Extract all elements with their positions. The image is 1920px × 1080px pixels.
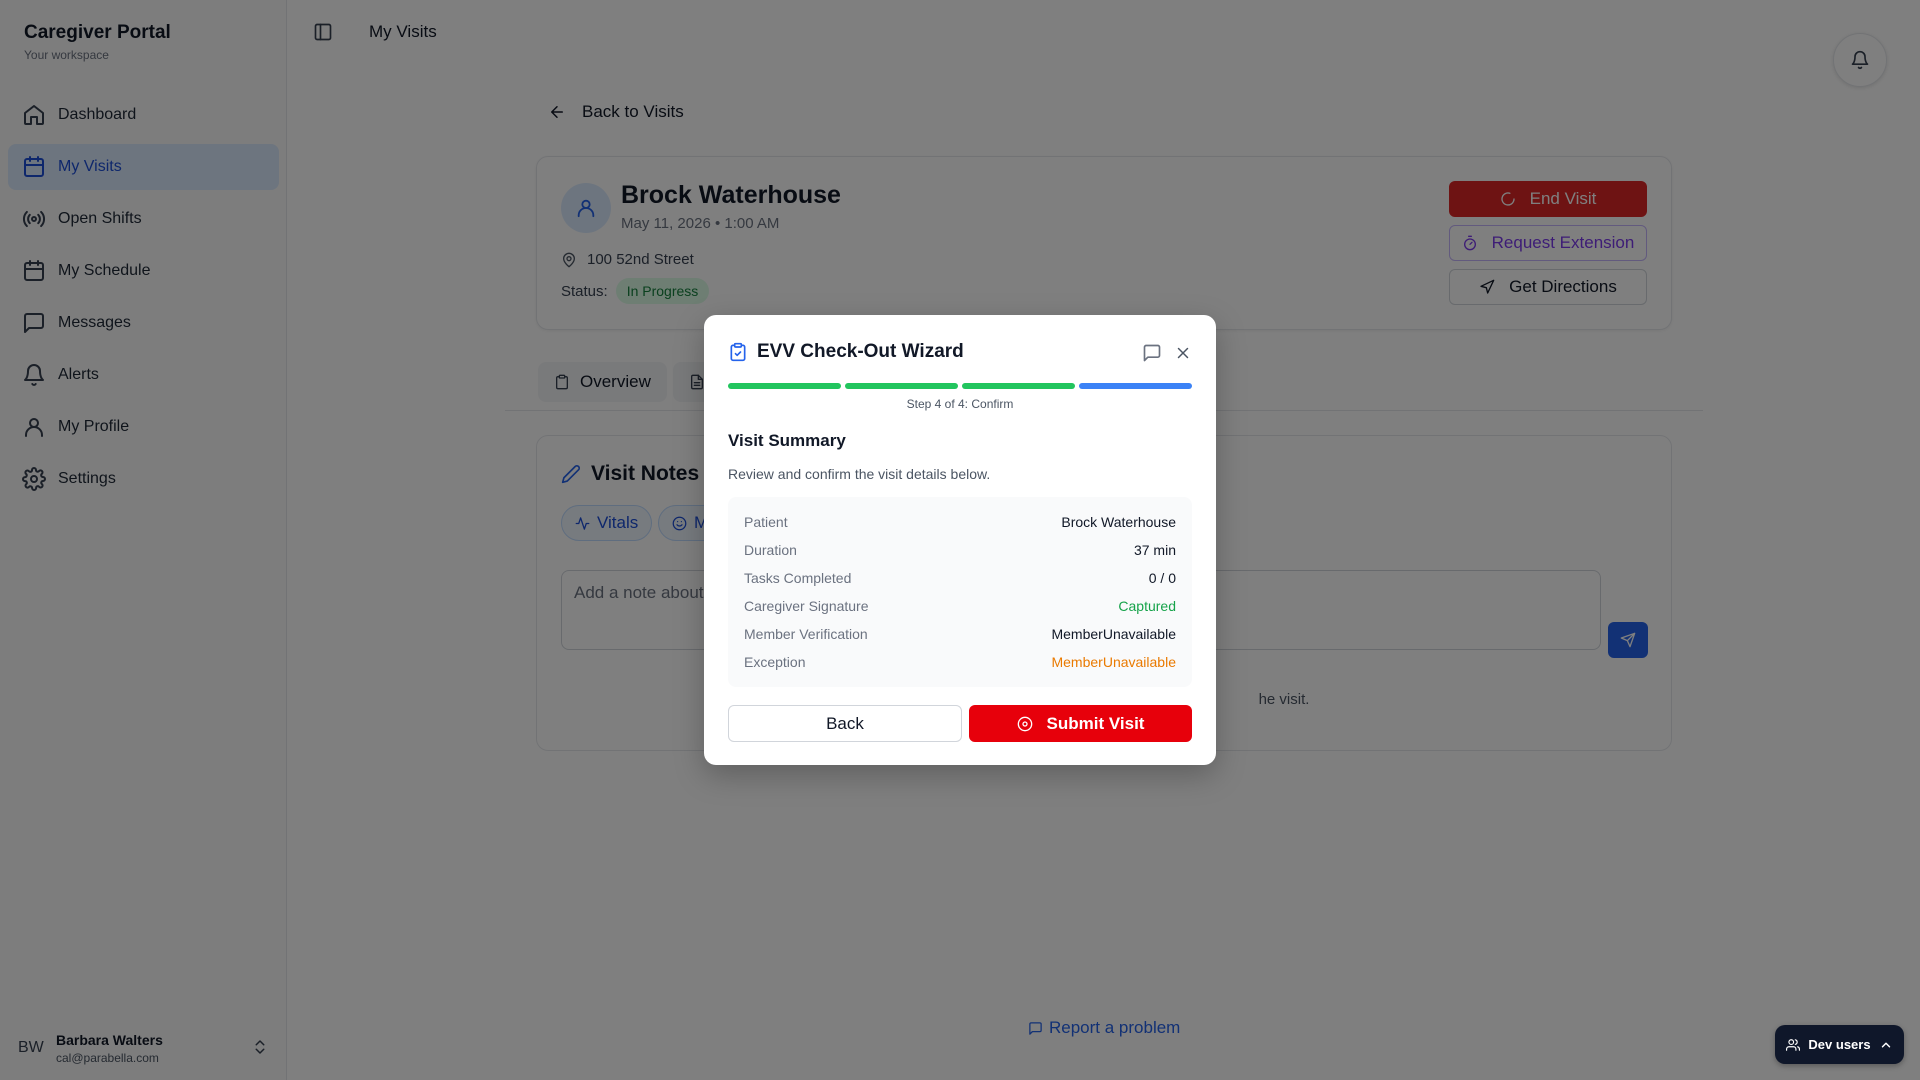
wizard-progress (728, 383, 1192, 389)
clipboard-check-icon (730, 342, 746, 362)
summary-value: 37 min (1133, 542, 1176, 558)
summary-row: Caregiver Signature Captured (744, 592, 1176, 620)
circle-stop-icon (1017, 716, 1032, 731)
summary-label: Patient (744, 514, 788, 530)
checkout-wizard-dialog: EVV Check-Out Wizard Step 4 of 4: Confir… (704, 315, 1216, 765)
dev-users-label: Dev users (1808, 1037, 1871, 1052)
summary-row: Patient Brock Waterhouse (744, 508, 1176, 536)
close-icon[interactable] (1174, 344, 1192, 362)
summary-subtitle: Review and confirm the visit details bel… (728, 466, 991, 482)
step-label: Step 4 of 4: Confirm (906, 397, 1014, 411)
summary-value: MemberUnavailable (1051, 654, 1176, 670)
users-icon (1786, 1038, 1801, 1051)
dev-users-button[interactable]: Dev users (1775, 1025, 1904, 1064)
summary-value: Brock Waterhouse (1061, 514, 1176, 530)
dialog-title: EVV Check-Out Wizard (728, 341, 964, 363)
submit-visit-label: Submit Visit (1046, 713, 1145, 733)
summary-table: Patient Brock Waterhouse Duration 37 min… (728, 497, 1192, 687)
summary-value: Captured (1118, 598, 1176, 614)
back-button[interactable]: Back (728, 705, 962, 742)
summary-label: Caregiver Signature (744, 598, 869, 614)
summary-label: Duration (744, 542, 797, 558)
progress-step (845, 383, 958, 389)
dialog-title-text: EVV Check-Out Wizard (757, 341, 964, 362)
summary-row: Exception MemberUnavailable (744, 648, 1176, 676)
submit-visit-button[interactable]: Submit Visit (969, 705, 1192, 742)
progress-step (728, 383, 841, 389)
progress-step (1079, 383, 1192, 389)
summary-label: Member Verification (744, 626, 868, 642)
summary-row: Tasks Completed 0 / 0 (744, 564, 1176, 592)
summary-row: Member Verification MemberUnavailable (744, 620, 1176, 648)
summary-row: Duration 37 min (744, 536, 1176, 564)
summary-value: 0 / 0 (1148, 570, 1176, 586)
summary-value: MemberUnavailable (1051, 626, 1176, 642)
progress-step (962, 383, 1075, 389)
chevron-up-icon (1881, 1042, 1890, 1047)
feedback-icon[interactable] (1142, 343, 1162, 363)
summary-label: Exception (744, 654, 806, 670)
summary-title: Visit Summary (728, 431, 846, 450)
summary-label: Tasks Completed (744, 570, 852, 586)
